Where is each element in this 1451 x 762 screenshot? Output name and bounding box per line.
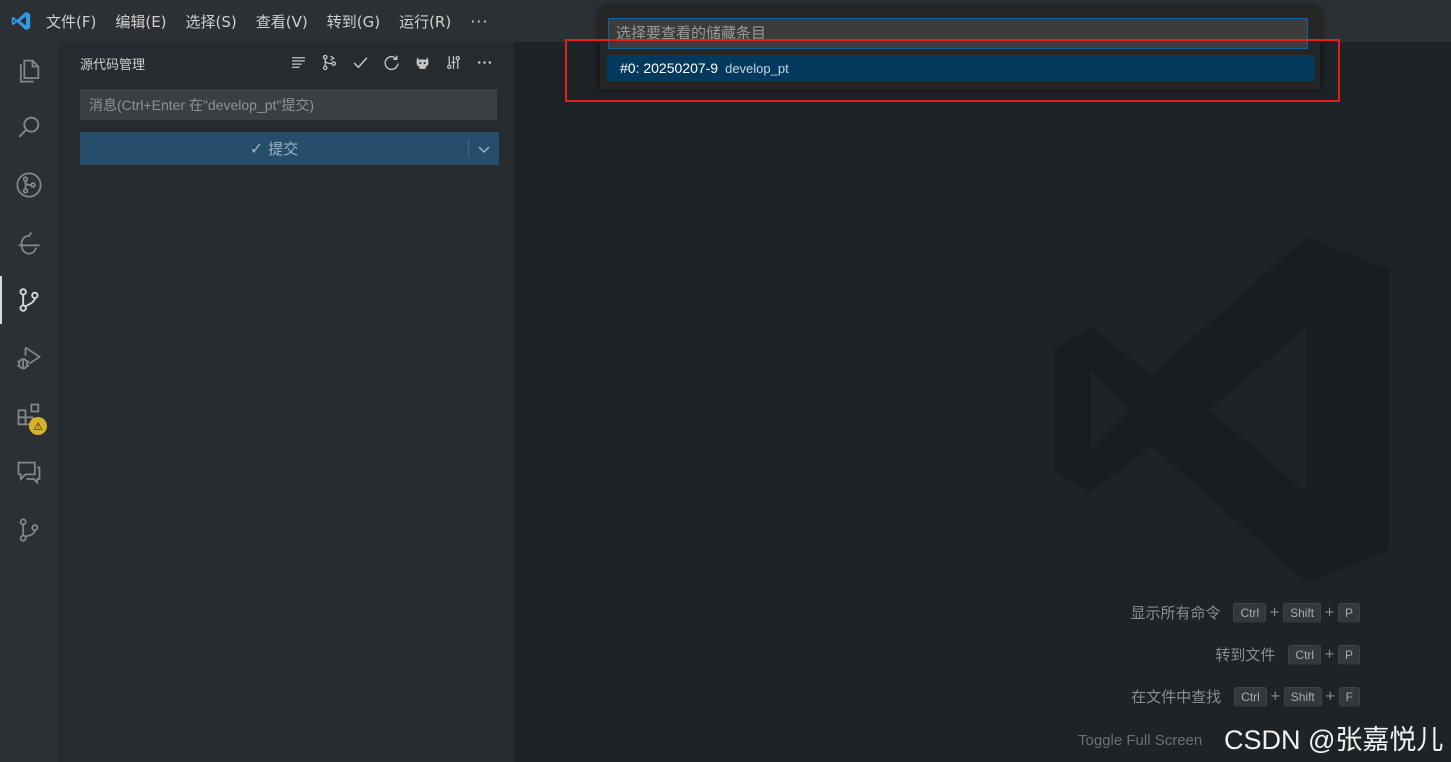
explorer-icon[interactable] xyxy=(0,42,58,98)
remote-explorer-icon[interactable] xyxy=(0,215,58,271)
checkmark-icon: ✓ xyxy=(249,139,264,158)
sidebar-title: 源代码管理 xyxy=(80,58,146,73)
menu-edit[interactable]: 编辑(E) xyxy=(115,11,166,32)
csdn-watermark: CSDN @张嘉悦儿 xyxy=(1224,725,1444,755)
source-control-icon[interactable] xyxy=(0,272,58,328)
commit-button[interactable]: ✓ 提交 xyxy=(80,132,499,165)
key-f: F xyxy=(1338,686,1360,707)
hint-go-to-file: 转到文件 Ctrl + P xyxy=(1215,644,1360,665)
key-ctrl: Ctrl xyxy=(1233,602,1267,623)
scm-toolbar xyxy=(287,51,495,73)
menu-view[interactable]: 查看(V) xyxy=(256,11,308,32)
hint-label: 转到文件 xyxy=(1215,646,1276,664)
commit-dropdown-button[interactable] xyxy=(469,132,499,165)
menu-go[interactable]: 转到(G) xyxy=(327,11,380,32)
chevron-down-icon xyxy=(478,145,490,153)
source-control-sidebar: 源代码管理 ✓ 提交 xyxy=(58,42,514,762)
stash-icon[interactable] xyxy=(442,51,464,73)
vscode-logo-icon xyxy=(11,11,31,31)
view-as-list-icon[interactable] xyxy=(287,51,309,73)
hint-find-in-files: 在文件中查找 Ctrl + Shift + F xyxy=(1131,686,1360,707)
activity-bar: ⚠ xyxy=(0,42,58,762)
hint-toggle-full-screen: Toggle Full Screen xyxy=(1078,732,1203,749)
github-icon[interactable] xyxy=(411,51,433,73)
hint-label: 显示所有命令 xyxy=(1130,604,1221,622)
key-ctrl: Ctrl xyxy=(1288,644,1322,665)
gitlens-icon[interactable] xyxy=(0,157,58,213)
menu-selection[interactable]: 选择(S) xyxy=(186,11,237,32)
commit-message-input[interactable] xyxy=(80,89,497,120)
menu-more-icon[interactable]: ··· xyxy=(470,12,488,31)
key-shift: Shift xyxy=(1283,602,1322,623)
search-icon[interactable] xyxy=(0,99,58,155)
refresh-icon[interactable] xyxy=(380,51,402,73)
hint-label: 在文件中查找 xyxy=(1131,688,1222,706)
menu-run[interactable]: 运行(R) xyxy=(399,11,451,32)
git-graph-icon[interactable] xyxy=(0,502,58,558)
more-actions-icon[interactable] xyxy=(473,51,495,73)
menu-file[interactable]: 文件(F) xyxy=(46,11,96,32)
extensions-icon[interactable]: ⚠ xyxy=(0,387,58,443)
vscode-watermark-icon xyxy=(1054,237,1390,583)
key-p: P xyxy=(1337,644,1360,665)
run-debug-icon[interactable] xyxy=(0,330,58,386)
key-ctrl: Ctrl xyxy=(1234,686,1267,707)
key-shift: Shift xyxy=(1283,686,1322,707)
comments-icon[interactable] xyxy=(0,444,58,500)
red-highlight-box xyxy=(565,39,1340,102)
hint-show-all-commands: 显示所有命令 Ctrl + Shift + P xyxy=(1130,602,1360,623)
commit-check-icon[interactable] xyxy=(349,51,371,73)
commit-button-label: 提交 xyxy=(268,140,299,158)
branch-compare-icon[interactable] xyxy=(318,51,340,73)
key-p: P xyxy=(1337,602,1360,623)
warning-badge-icon: ⚠ xyxy=(29,417,47,435)
commit-main-action[interactable]: ✓ 提交 xyxy=(80,132,468,165)
